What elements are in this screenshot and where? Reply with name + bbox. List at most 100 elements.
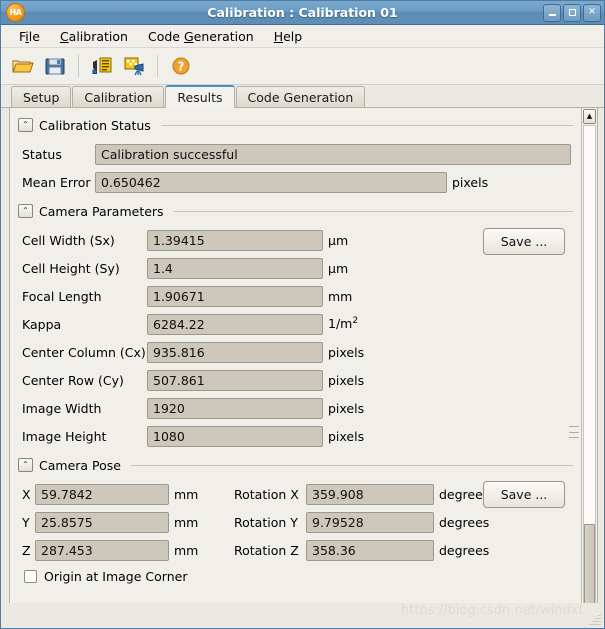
save-icon[interactable] [41,52,69,80]
row-kappa: Kappa 6284.22 1/m2 [22,310,573,338]
field-mean-error[interactable]: 0.650462 [95,171,447,193]
origin-at-image-corner-checkbox[interactable] [24,569,37,583]
splitter-grip-icon[interactable] [569,426,579,438]
label-focal-length: Focal Length [22,288,102,304]
label-status: Status [22,146,62,162]
calibration-setup-icon[interactable] [120,52,148,80]
unit-image-width: pixels [328,400,365,416]
vertical-scrollbar[interactable]: ▲ ▼ [581,108,597,622]
menu-code-generation-acc: G [183,28,194,44]
field-image-height[interactable]: 1080 [147,425,323,447]
field-kappa[interactable]: 6284.22 [147,313,323,335]
tab-code-generation-label: Code Generation [247,89,354,105]
row-pose-y: Y 25.8575 mm Rotation Y 9.79528 degrees [22,508,573,536]
unit-cell-height: µm [328,260,349,276]
scrollbar-track[interactable] [583,125,596,605]
menu-calibration-post: alibration [68,28,128,44]
tab-calibration[interactable]: Calibration [72,86,165,107]
label-cell-height: Cell Height (Sy) [22,260,120,276]
label-pose-y: Y [22,514,30,530]
group-divider [130,464,573,466]
field-cell-height[interactable]: 1.4 [147,257,323,279]
results-scroll-area: ⌃ Calibration Status Status Calibration … [10,108,581,622]
unit-cell-width: µm [328,232,349,248]
unit-rotation-y: degrees [439,514,490,530]
window-title: Calibration : Calibration 01 [207,5,398,20]
menu-code-generation-pre: Code [147,28,184,44]
menu-file-post: le [28,28,40,44]
field-rotation-z[interactable]: 358.36 [306,539,434,561]
svg-text:?: ? [178,60,185,74]
group-camera-pose-header: ⌃ Camera Pose [18,456,573,474]
row-image-height: Image Height 1080 pixels [22,422,573,450]
group-camera-parameters-header: ⌃ Camera Parameters [18,202,573,220]
row-pose-z: Z 287.453 mm Rotation Z 358.36 degrees [22,536,573,564]
label-pose-x: X [22,486,31,502]
scrollbar-thumb[interactable] [584,524,595,604]
group-camera-pose: ⌃ Camera Pose Save ... X 59.7842 mm Rota… [18,456,573,590]
minimize-button[interactable] [543,3,561,22]
menu-calibration[interactable]: Calibration [50,27,138,46]
row-status: Status Calibration successful [22,140,573,168]
tab-calibration-label: Calibration [84,89,153,105]
collapse-icon[interactable]: ⌃ [18,204,33,218]
origin-at-image-corner-row[interactable]: Origin at Image Corner [22,564,573,588]
menu-file[interactable]: File [9,27,50,46]
title-bar: HA Calibration : Calibration 01 ✕ [1,1,604,25]
label-center-row: Center Row (Cy) [22,372,124,388]
menu-help-post: elp [283,28,303,44]
save-camera-pose-button[interactable]: Save ... [483,481,565,508]
row-cell-height: Cell Height (Sy) 1.4 µm [22,254,573,282]
group-calibration-status-body: Status Calibration successful Mean Error… [18,134,573,198]
field-rotation-y[interactable]: 9.79528 [306,511,434,533]
window-controls: ✕ [543,3,601,22]
tab-setup[interactable]: Setup [11,86,72,107]
collapse-icon[interactable]: ⌃ [18,118,33,132]
group-camera-parameters-body: Save ... Cell Width (Sx) 1.39415 µm Cell… [18,220,573,452]
collapse-icon[interactable]: ⌃ [18,458,33,472]
field-rotation-x[interactable]: 359.908 [306,483,434,505]
unit-kappa: 1/m2 [328,316,358,331]
group-calibration-status-header: ⌃ Calibration Status [18,116,573,134]
label-rotation-y: Rotation Y [234,514,298,530]
watermark-text: https://blog.csdn.net/windxf [401,603,584,618]
unit-image-height: pixels [328,428,365,444]
tool-bar: ? [1,48,604,85]
scroll-up-icon[interactable]: ▲ [583,109,596,124]
field-status[interactable]: Calibration successful [95,143,571,165]
menu-help[interactable]: Help [264,27,313,46]
menu-help-acc: H [273,28,284,44]
help-icon[interactable]: ? [167,52,195,80]
unit-focal-length: mm [328,288,353,304]
unit-pose-y: mm [174,514,199,530]
group-divider [160,124,573,126]
label-rotation-z: Rotation Z [234,542,299,558]
tab-results[interactable]: Results [165,85,235,108]
halcon-ha-icon: HA [6,3,25,22]
maximize-button[interactable] [563,3,581,22]
field-pose-y[interactable]: 25.8575 [35,511,169,533]
field-pose-z[interactable]: 287.453 [35,539,169,561]
menu-code-generation[interactable]: Code Generation [138,27,264,46]
resize-grip-icon[interactable] [588,613,601,626]
save-camera-parameters-button[interactable]: Save ... [483,228,565,255]
results-panel: ⌃ Calibration Status Status Calibration … [9,108,598,623]
field-center-column[interactable]: 935.816 [147,341,323,363]
unit-kappa-exponent: 2 [352,316,359,327]
field-focal-length[interactable]: 1.90671 [147,285,323,307]
close-button[interactable]: ✕ [583,3,601,22]
tab-strip: Setup Calibration Results Code Generatio… [1,85,604,108]
field-image-width[interactable]: 1920 [147,397,323,419]
group-camera-pose-body: Save ... X 59.7842 mm Rotation X 359.908… [18,474,573,590]
unit-rotation-x: degrees [439,486,490,502]
insert-code-icon[interactable] [88,52,116,80]
open-icon[interactable] [9,52,37,80]
field-cell-width[interactable]: 1.39415 [147,229,323,251]
row-center-column: Center Column (Cx) 935.816 pixels [22,338,573,366]
tab-code-generation[interactable]: Code Generation [235,86,366,107]
toolbar-separator-2 [157,55,158,77]
row-center-row: Center Row (Cy) 507.861 pixels [22,366,573,394]
group-camera-pose-title: Camera Pose [39,457,121,473]
field-pose-x[interactable]: 59.7842 [35,483,169,505]
field-center-row[interactable]: 507.861 [147,369,323,391]
